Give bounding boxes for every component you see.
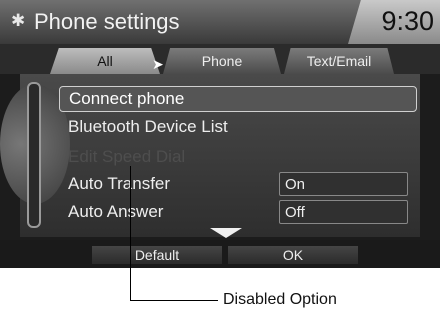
callout-line bbox=[130, 166, 131, 300]
auto-transfer-value[interactable]: On bbox=[279, 172, 408, 196]
menu-item-auto-transfer[interactable]: Auto Transfer On bbox=[59, 172, 415, 196]
default-button[interactable]: Default bbox=[92, 246, 222, 264]
callout-line bbox=[130, 300, 218, 301]
scroll-down-icon[interactable] bbox=[210, 228, 242, 238]
scrollbar[interactable] bbox=[27, 82, 41, 228]
menu-item-label: Auto Answer bbox=[68, 202, 164, 221]
value-text: Off bbox=[285, 204, 305, 221]
gear-icon: ✱ bbox=[11, 11, 26, 30]
tab-phone[interactable]: Phone bbox=[163, 48, 281, 74]
tab-bar: All ➤ Phone Text/Email bbox=[0, 44, 440, 74]
menu-item-edit-speed-dial: Edit Speed Dial bbox=[59, 145, 415, 169]
menu-item-auto-answer[interactable]: Auto Answer Off bbox=[59, 200, 415, 224]
tab-arrow-icon: ➤ bbox=[152, 56, 164, 72]
menu-item-label: Auto Transfer bbox=[68, 174, 171, 193]
menu-item-label: Bluetooth Device List bbox=[68, 117, 228, 136]
tab-text-email[interactable]: Text/Email bbox=[284, 48, 394, 74]
page-title: Phone settings bbox=[34, 9, 180, 34]
menu-item-label: Connect phone bbox=[69, 89, 185, 108]
callout-label: Disabled Option bbox=[223, 291, 337, 308]
menu-item-label: Edit Speed Dial bbox=[68, 147, 186, 166]
title-bar: ✱ Phone settings 9:30 bbox=[0, 0, 440, 44]
phone-settings-screen: ✱ Phone settings 9:30 All ➤ Phone Text/E… bbox=[0, 0, 440, 268]
value-text: On bbox=[285, 176, 306, 193]
auto-answer-value[interactable]: Off bbox=[279, 200, 408, 224]
clock: 9:30 bbox=[381, 6, 434, 36]
menu-item-bluetooth-device-list[interactable]: Bluetooth Device List bbox=[59, 115, 415, 139]
tab-all[interactable]: All bbox=[50, 48, 160, 74]
ok-button[interactable]: OK bbox=[228, 246, 358, 264]
menu-item-connect-phone[interactable]: Connect phone bbox=[59, 86, 417, 112]
